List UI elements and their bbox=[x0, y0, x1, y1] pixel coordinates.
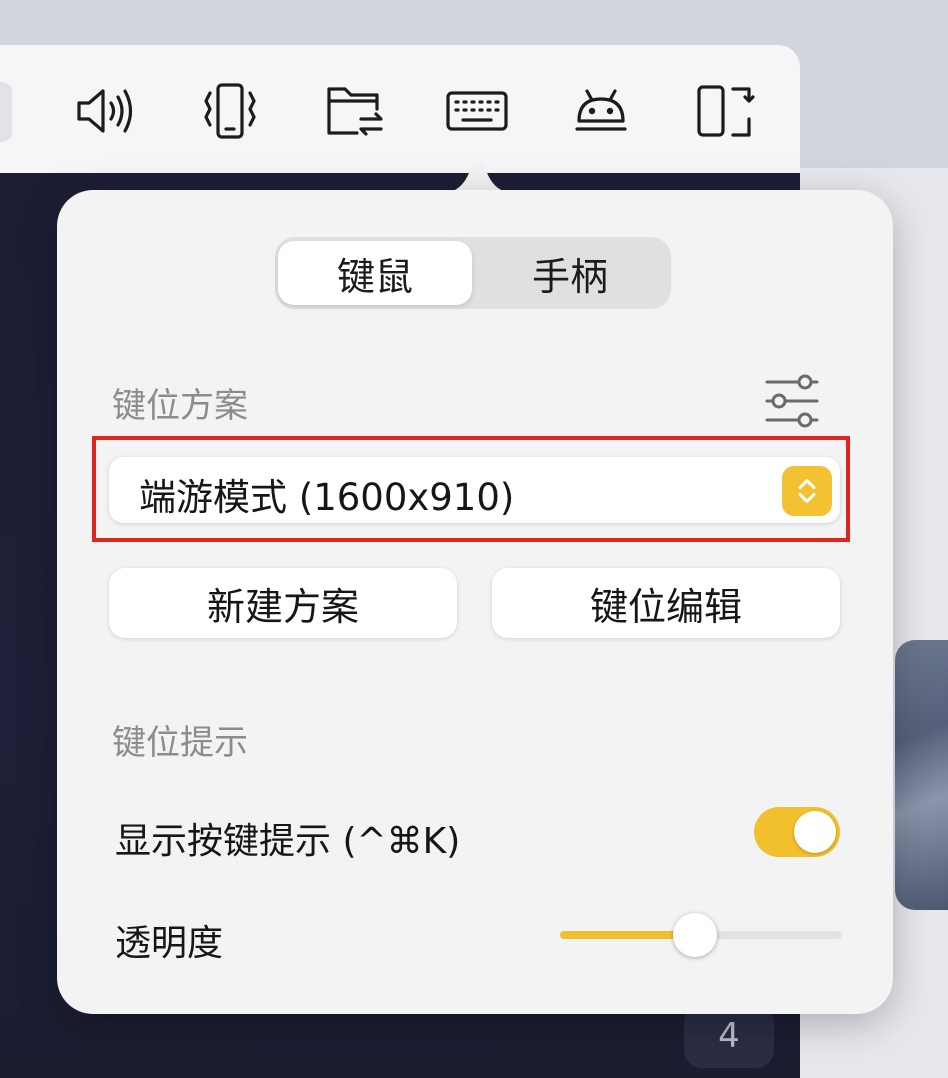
segment-keyboard-mouse[interactable]: 键鼠 bbox=[278, 241, 472, 305]
keymap-scheme-value: 端游模式 (1600x910) bbox=[139, 476, 515, 519]
keymap-section-label: 键位方案 bbox=[112, 386, 248, 426]
page-number: 4 bbox=[718, 1016, 740, 1056]
input-mode-segmented-control: 键鼠 手柄 bbox=[275, 237, 671, 309]
new-scheme-button[interactable]: 新建方案 bbox=[109, 568, 457, 638]
folder-transfer-icon[interactable] bbox=[320, 78, 386, 144]
keymap-scheme-select[interactable]: 端游模式 (1600x910) bbox=[109, 457, 840, 523]
rotate-screen-icon[interactable] bbox=[692, 78, 758, 144]
opacity-label: 透明度 bbox=[115, 923, 224, 964]
popover-arrow bbox=[438, 161, 518, 194]
opacity-slider-thumb[interactable] bbox=[673, 913, 717, 957]
show-hints-toggle[interactable] bbox=[754, 807, 840, 857]
toggle-knob bbox=[794, 811, 836, 853]
keymap-popover: 键鼠 手柄 键位方案 端游模式 (1600x910) 新建方案 键位编辑 键位提… bbox=[57, 190, 893, 1014]
opacity-slider[interactable] bbox=[560, 910, 842, 960]
hint-section-label: 键位提示 bbox=[112, 723, 248, 763]
keyboard-icon[interactable] bbox=[444, 78, 510, 144]
android-icon[interactable] bbox=[568, 78, 634, 144]
sliders-settings-icon[interactable] bbox=[763, 372, 821, 430]
chevron-up-down-icon bbox=[782, 466, 832, 516]
show-hints-label: 显示按键提示 (^⌘K) bbox=[115, 821, 461, 862]
segment-gamepad[interactable]: 手柄 bbox=[473, 241, 667, 305]
toolbar-left-edge bbox=[0, 82, 12, 142]
background-image-fragment bbox=[895, 640, 948, 910]
shake-phone-icon[interactable] bbox=[197, 78, 263, 144]
edit-keymap-button[interactable]: 键位编辑 bbox=[492, 568, 840, 638]
speaker-icon[interactable] bbox=[72, 78, 138, 144]
